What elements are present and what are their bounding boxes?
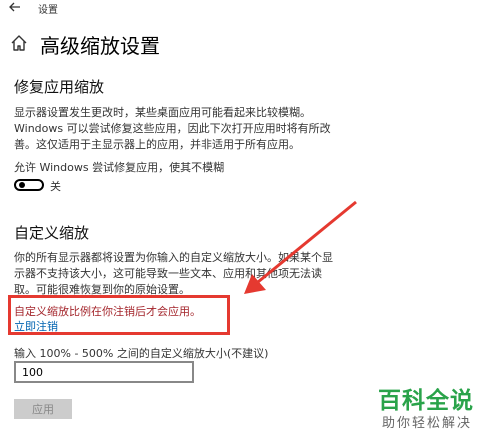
description-line: 显示器设置发生更改时，某些桌面应用可能看起来比较模糊。 xyxy=(14,106,311,119)
watermark-subtitle: 助你轻松解决 xyxy=(382,416,473,431)
custom-scale-input[interactable] xyxy=(14,361,194,383)
description-line: 善。这仅适用于主显示器上的应用，并非适用于所有应用。 xyxy=(14,138,300,151)
signout-notice: 自定义缩放比例在你注销后才会应用。 xyxy=(14,305,201,318)
description-line: Windows 可以尝试修复这些应用，因此下次打开应用时将有所改 xyxy=(14,122,331,135)
toggle-knob xyxy=(19,182,25,188)
custom-section-description: 你的所有显示器都将设置为你输入的自定义缩放大小。如果某个显 示器不支持该大小，这… xyxy=(14,250,333,298)
sign-out-now-link[interactable]: 立即注销 xyxy=(14,318,58,334)
toggle-state-text: 关 xyxy=(50,180,61,193)
back-arrow-icon[interactable] xyxy=(8,0,22,14)
description-line: 你的所有显示器都将设置为你输入的自定义缩放大小。如果某个显 xyxy=(14,251,333,264)
home-icon[interactable] xyxy=(10,34,28,52)
window-title: 设置 xyxy=(38,5,58,16)
page-title: 高级缩放设置 xyxy=(40,34,160,58)
fix-section-description: 显示器设置发生更改时，某些桌面应用可能看起来比较模糊。 Windows 可以尝试… xyxy=(14,105,331,153)
custom-section-heading: 自定义缩放 xyxy=(14,224,90,242)
watermark-title: 百科全说 xyxy=(378,388,474,414)
fix-apps-toggle[interactable] xyxy=(14,179,44,191)
apply-button[interactable]: 应用 xyxy=(14,399,72,419)
description-line: 示器不支持该大小，这可能导致一些文本、应用和其他项无法读 xyxy=(14,267,322,280)
custom-scale-label: 输入 100% - 500% 之间的自定义缩放大小(不建议) xyxy=(14,347,269,360)
fix-section-heading: 修复应用缩放 xyxy=(14,78,105,96)
toggle-label: 允许 Windows 尝试修复应用，使其不模糊 xyxy=(14,161,225,174)
